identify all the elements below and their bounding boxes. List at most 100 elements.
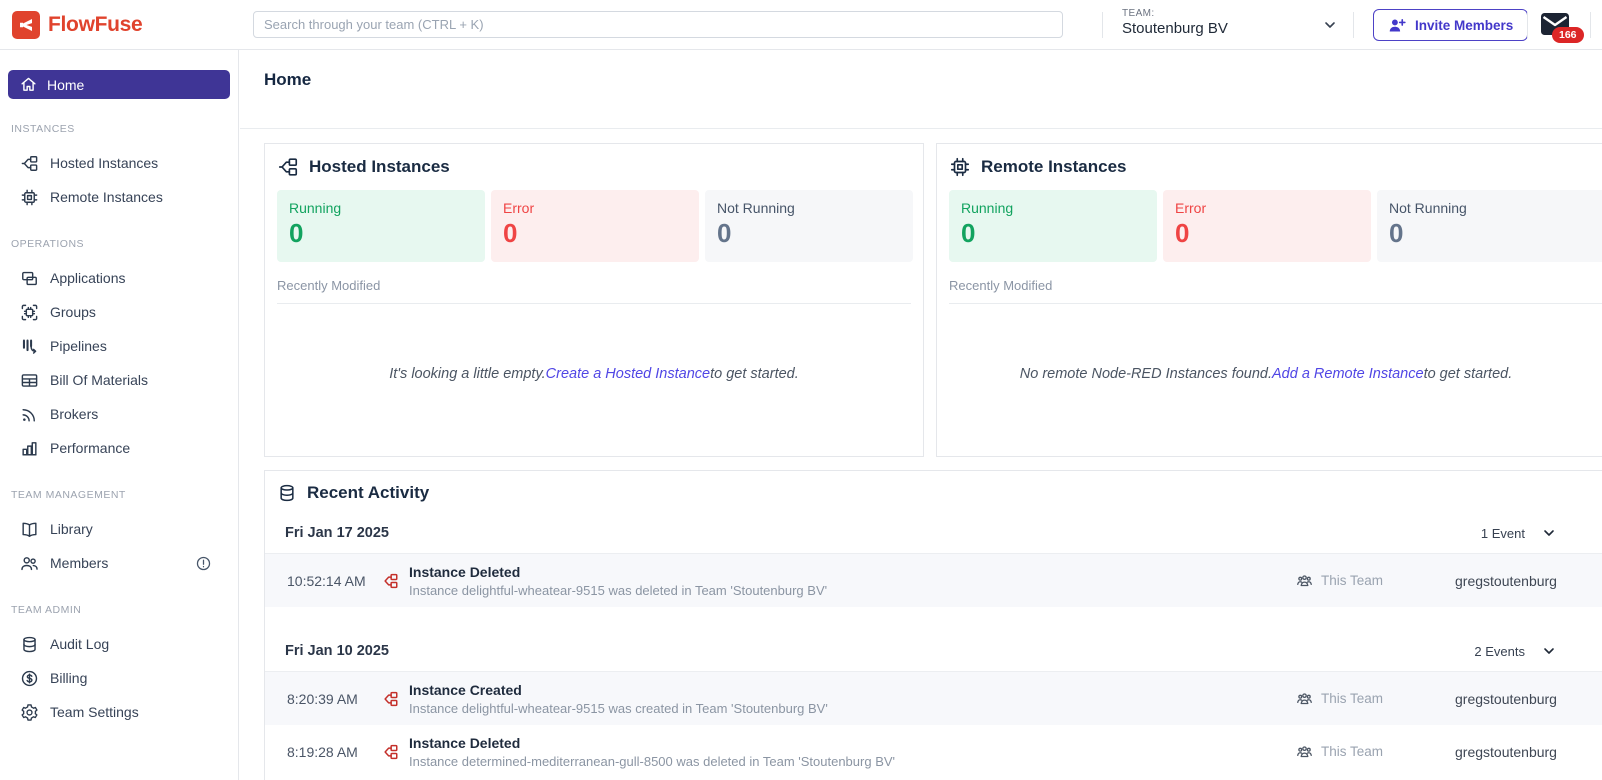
stat-value: 0 bbox=[289, 218, 304, 248]
sidebar-item-label: Members bbox=[50, 555, 109, 571]
sidebar-item-brokers[interactable]: Brokers bbox=[0, 397, 238, 431]
sidebar-item-bill-of-materials[interactable]: Bill Of Materials bbox=[0, 363, 238, 397]
event-time: 8:20:39 AM bbox=[287, 690, 358, 707]
event-description: Instance delightful-wheatear-9515 was de… bbox=[409, 582, 828, 598]
empty-text: to get started. bbox=[710, 366, 799, 382]
instance-event-icon bbox=[381, 743, 399, 761]
stat-label: Error bbox=[1175, 200, 1207, 216]
bill-of-materials-icon bbox=[20, 371, 39, 390]
sidebar-section-instances: INSTANCES bbox=[11, 123, 75, 135]
event-description: Instance determined-mediterranean-gull-8… bbox=[409, 753, 896, 769]
activity-event-row[interactable]: 8:19:28 AM Instance Deleted Instance det… bbox=[265, 725, 1602, 778]
sidebar-item-library[interactable]: Library bbox=[0, 512, 238, 546]
activity-title: Recent Activity bbox=[307, 483, 430, 502]
stat-value: 0 bbox=[1175, 218, 1190, 248]
activity-event-row[interactable]: 10:52:14 AM Instance Deleted Instance de… bbox=[265, 554, 1602, 607]
sidebar-item-label: Remote Instances bbox=[50, 189, 163, 205]
members-alert-icon bbox=[195, 555, 212, 572]
sidebar-item-groups[interactable]: Groups bbox=[0, 295, 238, 329]
sidebar-item-home[interactable]: Home bbox=[8, 70, 230, 99]
team-label: TEAM: bbox=[1122, 8, 1155, 19]
stat-label: Not Running bbox=[1389, 200, 1467, 216]
search-input[interactable] bbox=[253, 11, 1063, 38]
add-remote-instance-link[interactable]: Add a Remote Instance bbox=[1272, 366, 1424, 382]
invite-members-button[interactable]: Invite Members bbox=[1373, 9, 1529, 41]
sidebar-item-label: Bill Of Materials bbox=[50, 372, 149, 388]
stat-running: Running 0 bbox=[949, 190, 1157, 262]
sidebar-item-label: Audit Log bbox=[50, 636, 110, 652]
activity-date: Fri Jan 10 2025 bbox=[285, 643, 389, 659]
top-header: FlowFuse TEAM: Stoutenburg BV Invite Mem… bbox=[0, 0, 1602, 50]
empty-text: It's looking a little empty. bbox=[389, 366, 546, 382]
brokers-icon bbox=[20, 405, 39, 424]
sidebar-item-label: Applications bbox=[50, 270, 126, 286]
page-title: Home bbox=[264, 70, 312, 89]
user-plus-icon bbox=[1388, 17, 1407, 33]
event-time: 8:19:28 AM bbox=[287, 743, 358, 760]
activity-group: Fri Jan 17 2025 1 Event 10:52:14 AM Inst… bbox=[265, 515, 1602, 607]
flowfuse-logo[interactable]: FlowFuse bbox=[12, 11, 143, 39]
activity-group: Fri Jan 10 2025 2 Events 8:20:39 AM Inst… bbox=[265, 633, 1602, 778]
sidebar-section-team-management: TEAM MANAGEMENT bbox=[11, 489, 126, 501]
stat-label: Running bbox=[289, 200, 342, 216]
home-icon bbox=[20, 76, 37, 93]
database-icon bbox=[277, 483, 297, 503]
event-scope: This Team bbox=[1320, 573, 1383, 588]
chevron-down-icon[interactable] bbox=[1541, 525, 1557, 541]
activity-date: Fri Jan 17 2025 bbox=[285, 525, 389, 541]
stat-not-running: Not Running 0 bbox=[705, 190, 913, 262]
team-name: Stoutenburg BV bbox=[1122, 20, 1228, 37]
gear-icon bbox=[20, 703, 39, 722]
event-title: Instance Created bbox=[409, 681, 522, 698]
sidebar-item-hosted-instances[interactable]: Hosted Instances bbox=[0, 146, 238, 180]
stat-value: 0 bbox=[1389, 218, 1404, 248]
sidebar-item-members[interactable]: Members bbox=[0, 546, 238, 580]
stat-error: Error 0 bbox=[491, 190, 699, 262]
sidebar-item-label: Pipelines bbox=[50, 338, 107, 354]
billing-icon bbox=[20, 669, 39, 688]
create-hosted-instance-link[interactable]: Create a Hosted Instance bbox=[546, 366, 710, 382]
remote-empty-state: No remote Node-RED Instances found. Add … bbox=[949, 304, 1602, 444]
event-count: 2 Events bbox=[1474, 643, 1525, 659]
library-icon bbox=[20, 520, 39, 539]
event-count: 1 Event bbox=[1480, 525, 1525, 541]
flowfuse-logo-icon bbox=[12, 11, 40, 39]
chevron-down-icon[interactable] bbox=[1541, 643, 1557, 659]
sidebar-item-remote-instances[interactable]: Remote Instances bbox=[0, 180, 238, 214]
main-content: Home Hosted Instances Running 0 Error 0 … bbox=[240, 50, 1602, 780]
event-title: Instance Deleted bbox=[409, 563, 521, 580]
team-people-icon bbox=[1295, 690, 1314, 707]
stat-error: Error 0 bbox=[1163, 190, 1371, 262]
sidebar-item-audit-log[interactable]: Audit Log bbox=[0, 627, 238, 661]
sidebar-item-performance[interactable]: Performance bbox=[0, 431, 238, 465]
recently-modified-label: Recently Modified bbox=[277, 278, 911, 304]
stat-value: 0 bbox=[717, 218, 732, 248]
team-selector[interactable]: TEAM: Stoutenburg BV bbox=[1122, 8, 1228, 37]
brand-name: FlowFuse bbox=[48, 13, 143, 36]
sidebar-item-billing[interactable]: Billing bbox=[0, 661, 238, 695]
activity-event-row[interactable]: 8:20:39 AM Instance Created Instance del… bbox=[265, 672, 1602, 725]
event-description: Instance delightful-wheatear-9515 was cr… bbox=[409, 700, 828, 716]
header-divider bbox=[1590, 12, 1591, 38]
remote-instances-icon bbox=[949, 156, 971, 178]
sidebar-item-team-settings[interactable]: Team Settings bbox=[0, 695, 238, 729]
recent-activity-card: Recent Activity Fri Jan 17 2025 1 Event … bbox=[264, 470, 1602, 780]
event-scope: This Team bbox=[1320, 744, 1383, 759]
hosted-instances-icon bbox=[20, 154, 39, 173]
empty-text: No remote Node-RED Instances found. bbox=[1019, 366, 1273, 382]
stat-label: Running bbox=[961, 200, 1014, 216]
team-people-icon bbox=[1295, 743, 1314, 760]
sidebar-item-pipelines[interactable]: Pipelines bbox=[0, 329, 238, 363]
instance-event-icon bbox=[381, 572, 399, 590]
applications-icon bbox=[20, 269, 39, 288]
sidebar-section-team-admin: TEAM ADMIN bbox=[11, 604, 82, 616]
sidebar-section-operations: OPERATIONS bbox=[11, 238, 85, 250]
instance-event-icon bbox=[381, 690, 399, 708]
sidebar-item-applications[interactable]: Applications bbox=[0, 261, 238, 295]
event-time: 10:52:14 AM bbox=[287, 572, 366, 589]
stat-label: Not Running bbox=[717, 200, 795, 216]
stat-label: Error bbox=[503, 200, 535, 216]
event-scope: This Team bbox=[1320, 691, 1383, 706]
sidebar-home-label: Home bbox=[47, 76, 85, 93]
chevron-down-icon[interactable] bbox=[1322, 17, 1338, 33]
